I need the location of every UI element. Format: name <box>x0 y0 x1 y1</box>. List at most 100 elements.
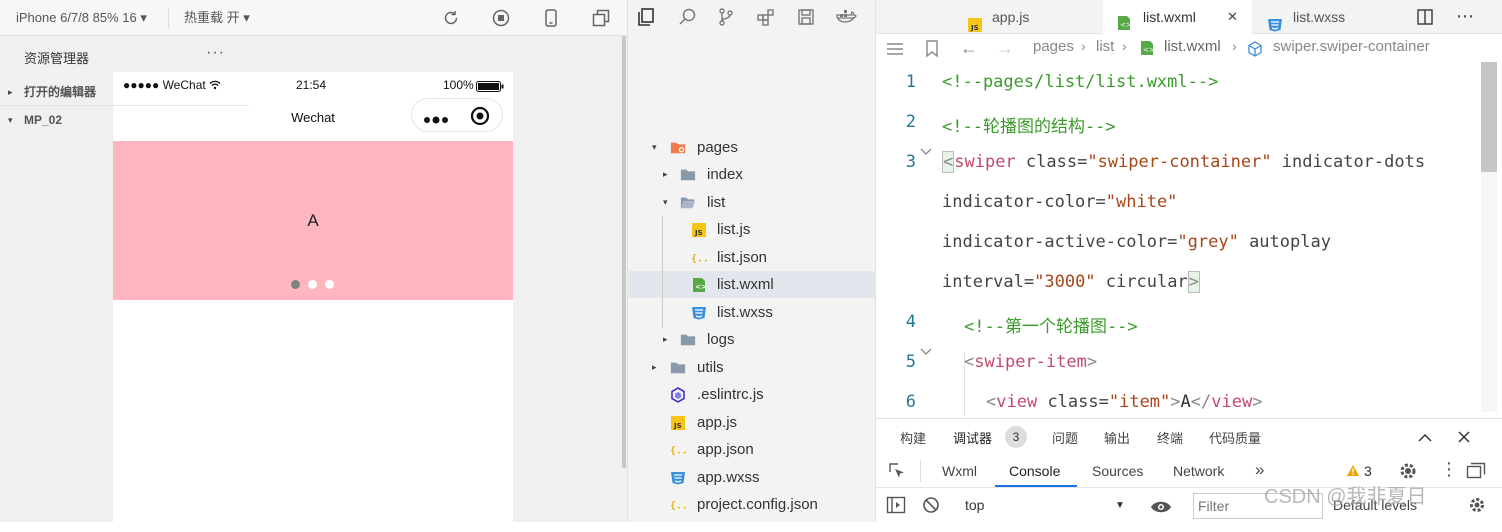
more-actions-icon[interactable]: ⋯ <box>1456 6 1474 27</box>
folder-icon <box>680 167 696 182</box>
tab-app-js[interactable]: JS app.js <box>956 0 1102 34</box>
code-line: <!--pages/list/list.wxml--> <box>942 72 1218 92</box>
code-line: indicator-active-color="grey" autoplay <box>942 232 1331 252</box>
files-icon[interactable] <box>635 6 657 28</box>
editor-scrollbar-thumb[interactable] <box>1481 62 1497 172</box>
caret-down-icon[interactable]: ▾ <box>652 134 657 161</box>
split-editor-icon[interactable] <box>1416 8 1434 29</box>
tab-list-wxss[interactable]: list.wxss <box>1253 0 1403 34</box>
status-time: 21:54 <box>296 78 327 92</box>
string-token: "grey" <box>1177 232 1239 252</box>
tab-debugger[interactable]: 调试器 <box>953 428 992 447</box>
tree-item-list-js[interactable]: JS list.js <box>627 216 876 243</box>
tree-item-list-wxml[interactable]: <> list.wxml <box>627 271 876 298</box>
tree-item-utils[interactable]: ▸ utils <box>627 354 876 381</box>
kebab-menu-icon[interactable]: ⋮ <box>1440 459 1458 480</box>
tree-item-eslintrc-js[interactable]: .eslintrc.js <box>627 381 876 408</box>
breadcrumb-item[interactable]: list.wxml <box>1164 38 1221 55</box>
swiper[interactable]: A <box>113 141 513 300</box>
forward-arrow-icon[interactable]: → <box>996 38 1014 59</box>
breadcrumb-item[interactable]: list <box>1096 38 1114 55</box>
wxss-file-icon <box>691 305 707 320</box>
inspect-element-icon[interactable] <box>888 462 906 483</box>
docker-icon[interactable] <box>835 6 857 28</box>
tree-item-pages[interactable]: ▾ pages <box>627 134 876 161</box>
tab-problems[interactable]: 问题 <box>1052 428 1078 447</box>
tab-build[interactable]: 构建 <box>900 428 926 447</box>
indent-guide <box>964 352 965 416</box>
tree-item-app-js[interactable]: JS app.js <box>627 409 876 436</box>
bookmark-icon[interactable] <box>925 40 939 61</box>
breadcrumb-item[interactable]: swiper.swiper-container <box>1273 38 1430 55</box>
fold-chevron-icon[interactable] <box>920 146 932 159</box>
caret-right-icon[interactable]: ▸ <box>652 354 657 381</box>
simulator-scrollbar[interactable] <box>622 36 626 468</box>
tab-network[interactable]: Network <box>1173 463 1224 479</box>
caret-down-icon: ▾ <box>8 115 13 125</box>
tree-item-list-wxss[interactable]: list.wxss <box>627 299 876 326</box>
list-menu-icon[interactable] <box>886 41 904 60</box>
project-name: MP_02 <box>24 113 63 127</box>
caret-down-icon[interactable]: ▾ <box>663 189 668 216</box>
tree-item-logs[interactable]: ▸ logs <box>627 326 876 353</box>
eye-icon[interactable] <box>1150 500 1172 517</box>
code-line: <swiper-item> <box>964 352 1097 372</box>
device-select[interactable]: iPhone 6/7/8 85% 16 ▾ <box>16 0 147 36</box>
tab-code-quality[interactable]: 代码质量 <box>1209 428 1261 447</box>
swiper-indicator-dot[interactable] <box>291 280 300 289</box>
warning-count: 3 <box>1364 463 1372 479</box>
phone-icon[interactable] <box>541 8 561 28</box>
bracket-token: < <box>964 352 975 372</box>
chevron-up-icon[interactable] <box>1418 431 1432 446</box>
console-settings-icon[interactable] <box>1468 496 1486 517</box>
explorer-more-button[interactable]: ··· <box>206 44 225 62</box>
detach-window-icon[interactable] <box>591 8 611 28</box>
attr-token: indicator-color= <box>942 192 1106 212</box>
tree-item-project-config-json[interactable]: {..} project.config.json <box>627 491 876 518</box>
attr-token: class= <box>1037 392 1109 412</box>
project-section[interactable]: ▾ MP_02 <box>0 107 249 134</box>
storage-icon[interactable] <box>795 6 817 28</box>
more-dots-icon[interactable] <box>424 112 448 127</box>
tree-item-label: list.wxml <box>717 276 774 293</box>
caret-right-icon[interactable]: ▸ <box>663 326 668 353</box>
tree-item-label: list.json <box>717 249 768 266</box>
close-miniprogram-icon[interactable] <box>470 106 490 129</box>
hot-reload-select[interactable]: 热重载 开 ▾ <box>184 0 250 36</box>
source-control-icon[interactable] <box>715 6 737 28</box>
context-select[interactable]: top <box>955 490 1135 520</box>
svg-text:<>: <> <box>695 283 706 291</box>
tab-wxml[interactable]: Wxml <box>942 463 977 479</box>
breadcrumb-item[interactable]: pages <box>1033 38 1074 55</box>
fold-chevron-icon[interactable] <box>920 346 932 359</box>
caret-right-icon[interactable]: ▸ <box>663 161 668 188</box>
extensions-icon[interactable] <box>755 6 777 28</box>
swiper-indicator-dot[interactable] <box>325 280 334 289</box>
back-arrow-icon[interactable]: ← <box>960 38 978 59</box>
open-editors-section[interactable]: ▸ 打开的编辑器 <box>0 79 249 106</box>
code-editor[interactable]: 1 2 3 4 5 6 <!--pages/list/list.wxml--> … <box>876 64 1502 416</box>
more-tabs-icon[interactable]: » <box>1255 460 1264 480</box>
capsule-menu[interactable] <box>411 98 503 132</box>
svg-text:JS: JS <box>970 24 979 32</box>
refresh-icon[interactable] <box>441 8 461 28</box>
tab-list-wxml[interactable]: <> list.wxml ✕ <box>1103 0 1252 34</box>
close-tab-icon[interactable]: ✕ <box>1227 0 1238 34</box>
dock-side-icon[interactable] <box>1466 462 1486 483</box>
tab-console[interactable]: Console <box>1009 463 1060 479</box>
tree-item-list-json[interactable]: {..} list.json <box>627 244 876 271</box>
tab-output[interactable]: 输出 <box>1104 428 1130 447</box>
clear-console-icon[interactable] <box>922 496 940 517</box>
tree-item-app-wxss[interactable]: app.wxss <box>627 464 876 491</box>
swiper-indicator-dot[interactable] <box>308 280 317 289</box>
tree-item-app-json[interactable]: {..} app.json <box>627 436 876 463</box>
sidebar-toggle-icon[interactable] <box>886 496 906 517</box>
tree-item-index[interactable]: ▸ index <box>627 161 876 188</box>
warning-icon[interactable] <box>1346 464 1360 480</box>
tab-sources[interactable]: Sources <box>1092 463 1143 479</box>
stop-record-icon[interactable] <box>491 8 511 28</box>
tab-terminal[interactable]: 终端 <box>1157 428 1183 447</box>
tree-item-list[interactable]: ▾ list <box>627 189 876 216</box>
close-panel-icon[interactable] <box>1458 431 1470 446</box>
search-icon[interactable] <box>676 6 698 28</box>
